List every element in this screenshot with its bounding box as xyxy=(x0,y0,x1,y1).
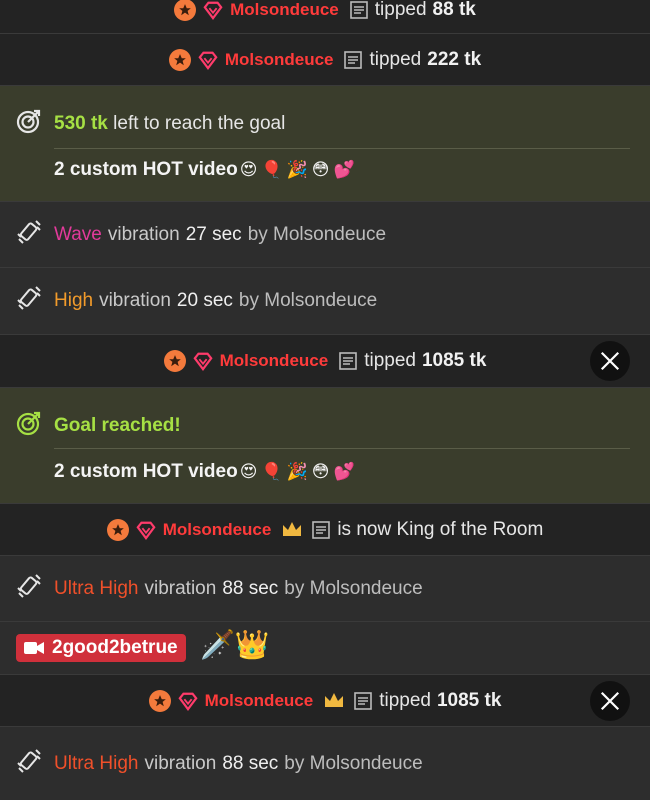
goal-reached-panel: Goal reached! 2 custom HOT video 😍🎈🎉😳💕 xyxy=(0,388,650,504)
sticker-emojis: 🗡️👑 xyxy=(200,628,270,661)
username-link[interactable]: Molsondeuce xyxy=(163,520,272,540)
vibration-duration: 20 sec xyxy=(176,290,233,311)
x-logo-icon xyxy=(600,351,620,371)
goal-divider xyxy=(54,148,630,149)
vibration-by: by Molsondeuce xyxy=(238,290,378,311)
vibration-duration: 27 sec xyxy=(185,223,242,245)
username-link[interactable]: Molsondeuce xyxy=(205,691,314,711)
star-badge-icon xyxy=(106,518,129,541)
goal-emojis: 😍🎈🎉😳💕 xyxy=(239,462,359,482)
goal-progress-panel: 530 tk left to reach the goal 2 custom H… xyxy=(0,86,650,202)
tip-amount: 88 tk xyxy=(432,0,476,20)
tip-word: tipped xyxy=(369,48,422,70)
cam-username: 2good2betrue xyxy=(52,637,178,658)
x-logo-icon xyxy=(600,691,620,711)
tip-word: tipped xyxy=(379,689,431,711)
goal-title-line: 2 custom HOT video 😍🎈🎉😳💕 xyxy=(54,159,359,181)
note-icon xyxy=(338,351,358,371)
goal-remaining-text: left to reach the goal xyxy=(113,113,286,134)
goal-title: 2 custom HOT video xyxy=(54,159,238,180)
vibration-row: High vibration 20 sec by Molsondeuce xyxy=(0,268,650,335)
goal-divider xyxy=(54,448,630,449)
star-badge-icon xyxy=(163,350,186,372)
tip-word: tipped xyxy=(364,350,416,371)
tip-row: Molsondeuce tipped 88 tk xyxy=(0,0,650,34)
crown-icon xyxy=(323,691,345,711)
username-link[interactable]: Molsondeuce xyxy=(220,351,329,371)
vibration-by: by Molsondeuce xyxy=(284,752,423,774)
note-icon xyxy=(353,691,373,711)
tip-amount: 1085 tk xyxy=(421,350,487,371)
vibration-level: Ultra High xyxy=(54,577,139,599)
vibration-duration: 88 sec xyxy=(222,577,279,599)
cam-user-row: 2good2betrue 🗡️👑 xyxy=(0,622,650,675)
note-icon xyxy=(311,520,331,540)
username-link[interactable]: Molsondeuce xyxy=(230,0,339,20)
tip-amount: 1085 tk xyxy=(436,689,502,711)
tip-amount: 222 tk xyxy=(427,48,482,70)
star-badge-icon xyxy=(168,48,191,71)
camera-icon xyxy=(24,642,44,654)
diamond-badge-icon xyxy=(202,0,224,21)
note-icon xyxy=(343,50,363,70)
vibration-word: vibration xyxy=(107,223,180,245)
tip-row: Molsondeuce tipped 222 tk xyxy=(0,34,650,86)
goal-emojis: 😍🎈🎉😳💕 xyxy=(239,160,359,180)
diamond-badge-icon xyxy=(177,690,199,712)
goal-title-line: 2 custom HOT video 😍🎈🎉😳💕 xyxy=(54,461,359,483)
tip-row: Molsondeuce tipped 1085 tk xyxy=(0,675,650,727)
goal-title: 2 custom HOT video xyxy=(54,461,238,482)
king-row: Molsondeuce is now King of the Room xyxy=(0,504,650,556)
star-badge-icon xyxy=(174,0,197,21)
vibration-row: Wave vibration 27 sec by Molsondeuce xyxy=(0,202,650,268)
star-badge-icon xyxy=(148,689,171,712)
target-icon xyxy=(16,108,42,140)
vibration-icon xyxy=(16,748,42,780)
note-icon xyxy=(349,0,369,20)
diamond-badge-icon xyxy=(197,49,219,71)
vibration-icon xyxy=(16,573,42,605)
target-icon xyxy=(16,410,42,442)
diamond-badge-icon xyxy=(192,350,214,372)
share-x-button[interactable] xyxy=(590,341,630,381)
crown-icon xyxy=(281,520,303,540)
username-link[interactable]: Molsondeuce xyxy=(225,50,334,70)
vibration-level: High xyxy=(54,290,94,311)
tip-row: Molsondeuce tipped 1085 tk xyxy=(0,335,650,388)
vibration-word: vibration xyxy=(144,577,217,599)
goal-status-line: 530 tk left to reach the goal xyxy=(16,108,285,140)
vibration-level: Wave xyxy=(54,223,102,245)
vibration-by: by Molsondeuce xyxy=(247,223,387,245)
vibration-duration: 88 sec xyxy=(222,752,279,774)
vibration-row: Ultra High vibration 88 sec by Molsondeu… xyxy=(0,556,650,622)
tip-word: tipped xyxy=(374,0,427,20)
cam-user-badge[interactable]: 2good2betrue xyxy=(16,634,186,662)
vibration-icon xyxy=(16,285,42,317)
king-text: is now King of the Room xyxy=(337,518,544,540)
goal-status-line: Goal reached! xyxy=(16,410,181,442)
vibration-icon xyxy=(16,219,42,251)
vibration-level: Ultra High xyxy=(54,752,139,774)
diamond-badge-icon xyxy=(135,519,157,541)
goal-reached-text: Goal reached! xyxy=(54,415,181,436)
vibration-by: by Molsondeuce xyxy=(284,577,423,599)
vibration-word: vibration xyxy=(144,752,217,774)
goal-remaining: 530 tk xyxy=(54,113,108,134)
vibration-word: vibration xyxy=(99,290,171,311)
share-x-button[interactable] xyxy=(590,681,630,721)
vibration-row: Ultra High vibration 88 sec by Molsondeu… xyxy=(0,727,650,800)
